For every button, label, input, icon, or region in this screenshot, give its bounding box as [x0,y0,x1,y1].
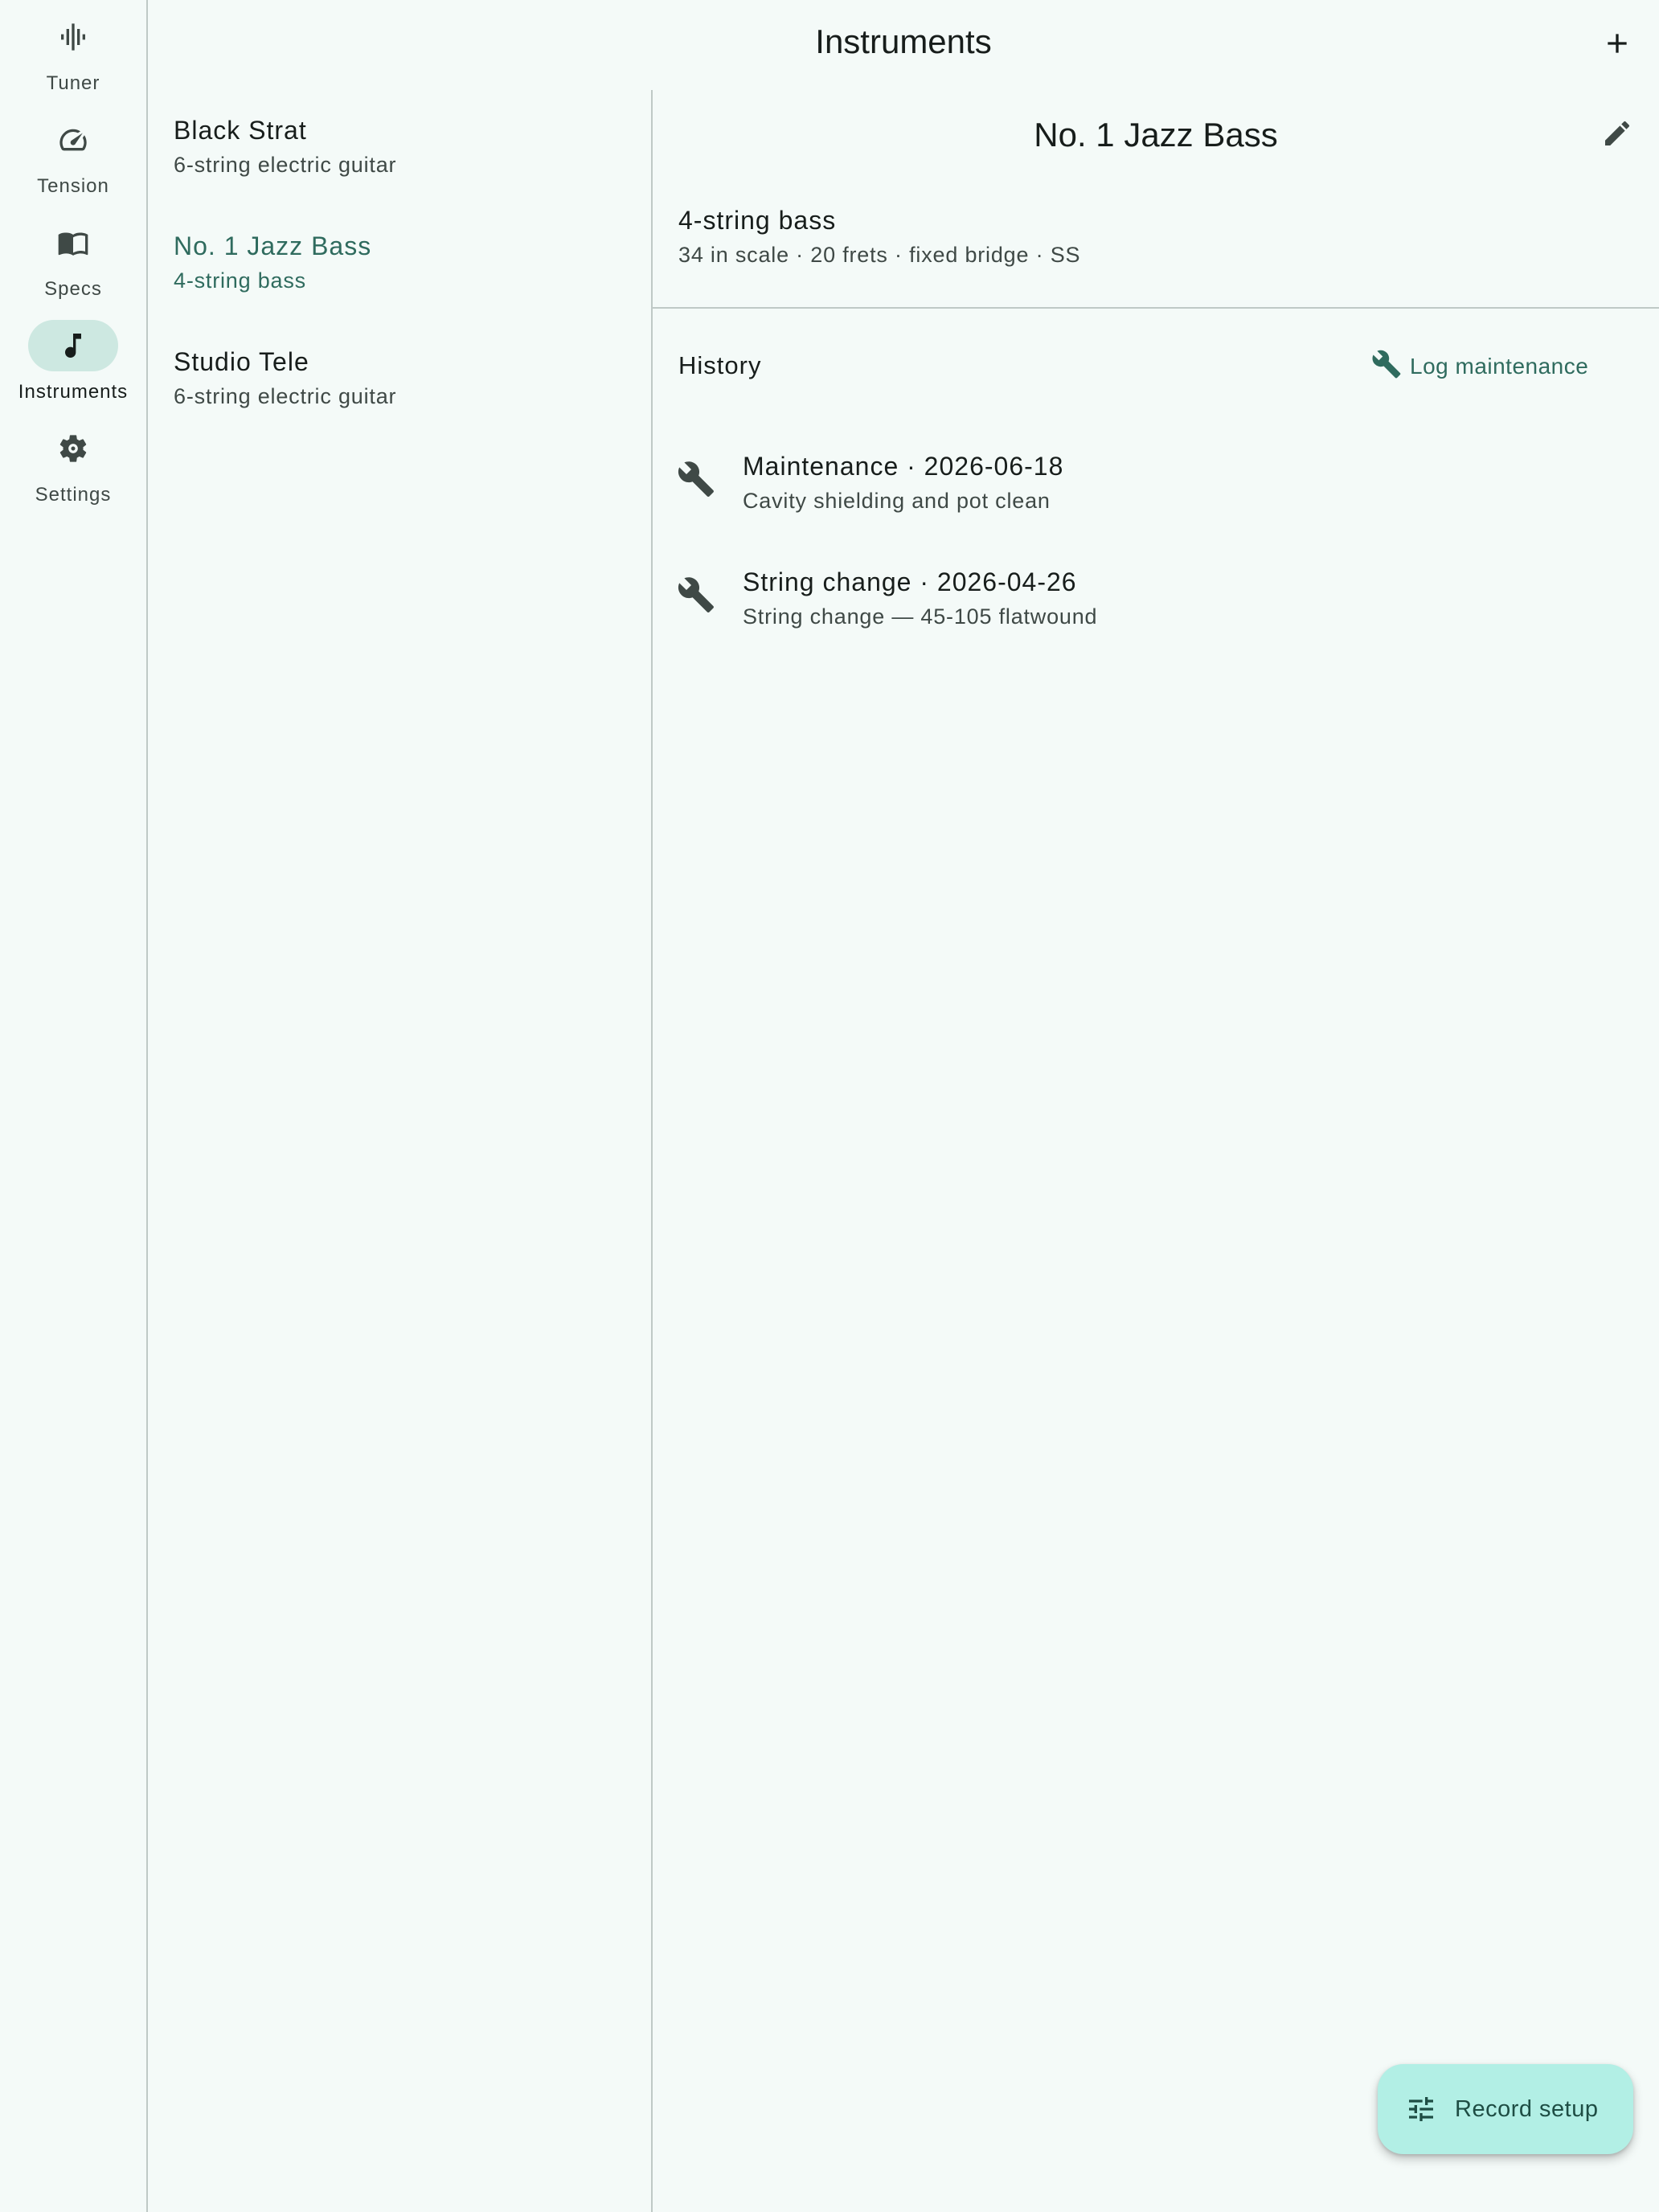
rail-item-settings[interactable]: Settings [0,423,146,513]
rail-item-tension[interactable]: Tension [0,114,146,204]
history-item-description: String change — 45-105 flatwound [743,604,1098,629]
rail-label-settings: Settings [35,484,112,506]
instrument-summary-title: 4-string bass [678,206,837,235]
detail-title: No. 1 Jazz Bass [1034,116,1278,154]
instrument-type: 6-string electric guitar [174,153,397,177]
speedometer-icon [28,114,118,166]
history-item-description: Cavity shielding and pot clean [743,489,1051,513]
instrument-item-black-strat[interactable]: Black Strat 6-string electric guitar [148,90,651,206]
instrument-detail: No. 1 Jazz Bass 4-string bass 34 in scal… [653,90,1659,2212]
navigation-rail: Tuner Tension Specs Instruments Settings [0,0,148,2212]
top-app-bar: Instruments [148,0,1659,90]
wrench-icon [678,577,714,612]
log-maintenance-button[interactable]: Log maintenance [1360,336,1625,394]
rail-label-specs: Specs [44,278,102,300]
edit-instrument-button[interactable] [1595,111,1640,156]
record-setup-label: Record setup [1455,2096,1599,2122]
history-item-title: Maintenance · 2026-06-18 [743,452,1064,481]
section-divider [653,307,1659,309]
book-icon [28,217,118,268]
instrument-type: 4-string bass [174,268,306,293]
instrument-item-no1-jazz-bass[interactable]: No. 1 Jazz Bass 4-string bass [148,206,651,322]
rail-item-tuner[interactable]: Tuner [0,11,146,101]
instrument-name: Studio Tele [174,347,309,376]
tune-sliders-icon [1409,2097,1433,2121]
instrument-specs-summary: 34 in scale · 20 frets · fixed bridge · … [678,243,1081,267]
pencil-icon [1605,121,1630,145]
rail-label-tension: Tension [37,175,109,197]
instrument-item-studio-tele[interactable]: Studio Tele 6-string electric guitar [148,322,651,437]
instrument-name: No. 1 Jazz Bass [174,231,372,260]
wrench-icon [1372,350,1401,379]
gear-icon [28,423,118,474]
plus-icon [1608,34,1627,53]
music-note-icon [28,320,118,371]
history-heading: History [678,351,762,379]
rail-label-tuner: Tuner [46,72,100,94]
instrument-type: 6-string electric guitar [174,384,397,408]
log-maintenance-label: Log maintenance [1410,354,1589,379]
record-setup-fab[interactable]: Record setup [1378,2064,1633,2154]
page-title: Instruments [815,23,992,60]
rail-label-instruments: Instruments [18,381,129,403]
instrument-list: Black Strat 6-string electric guitar No.… [148,90,653,2212]
wrench-icon [678,461,714,497]
rail-item-specs[interactable]: Specs [0,217,146,307]
history-item-title: String change · 2026-04-26 [743,567,1077,596]
history-item[interactable]: Maintenance · 2026-06-18 Cavity shieldin… [653,426,1659,542]
tuner-waveform-icon [28,11,118,63]
rail-item-instruments[interactable]: Instruments [0,320,146,410]
add-instrument-button[interactable] [1595,21,1640,66]
history-item[interactable]: String change · 2026-04-26 String change… [653,542,1659,657]
instrument-name: Black Strat [174,116,307,145]
